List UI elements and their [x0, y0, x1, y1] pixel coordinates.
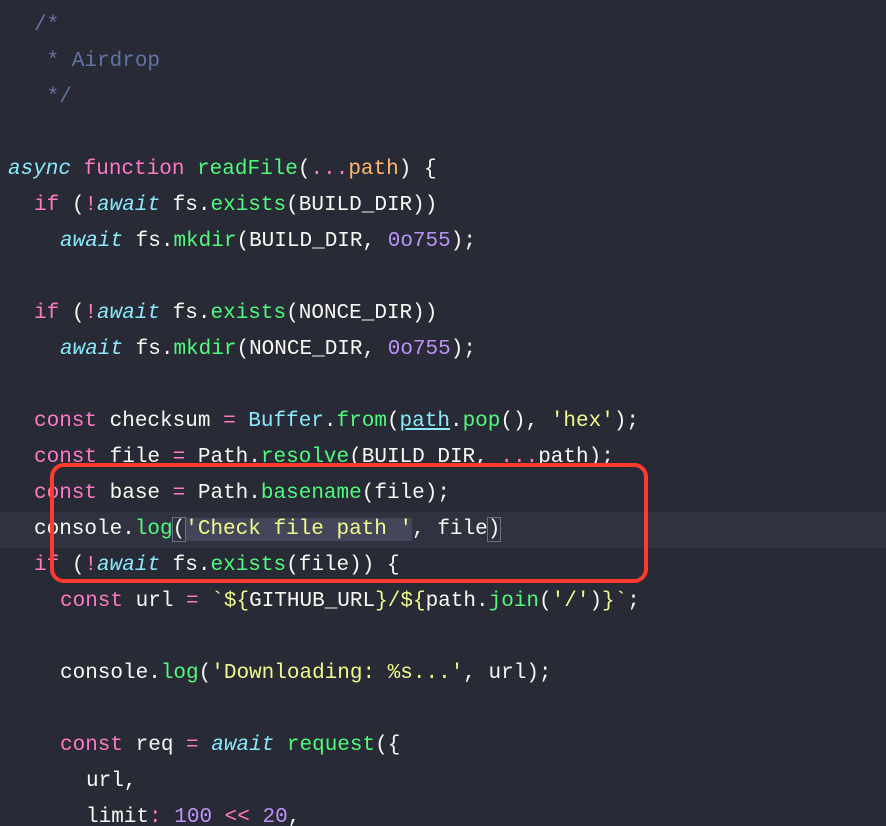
comment-body: * Airdrop [34, 50, 160, 73]
code-line: /* [0, 8, 886, 44]
code-line: console.log('Downloading: %s...', url); [0, 656, 886, 692]
param-path: path [348, 158, 398, 181]
comment-close: */ [34, 86, 72, 109]
code-line: * Airdrop [0, 44, 886, 80]
comment-open: /* [34, 14, 59, 37]
code-line: */ [0, 80, 886, 116]
kw-function: function [84, 158, 185, 181]
blank-line [0, 260, 886, 296]
code-line: if (!await fs.exists(file)) { [0, 548, 886, 584]
code-line: const checksum = Buffer.from(path.pop(),… [0, 404, 886, 440]
code-line: const req = await request({ [0, 728, 886, 764]
code-line-current: console.log('Check file path ', file) [0, 512, 886, 548]
blank-line [0, 620, 886, 656]
blank-line [0, 116, 886, 152]
selected-string: 'Check file path ' [185, 518, 412, 541]
code-line: const base = Path.basename(file); [0, 476, 886, 512]
code-line: await fs.mkdir(NONCE_DIR, 0o755); [0, 332, 886, 368]
kw-async: async [8, 158, 71, 181]
code-line: const url = `${GITHUB_URL}/${path.join('… [0, 584, 886, 620]
code-line: async function readFile(...path) { [0, 152, 886, 188]
code-line: await fs.mkdir(BUILD_DIR, 0o755); [0, 224, 886, 260]
path-link[interactable]: path [400, 410, 450, 433]
blank-line [0, 368, 886, 404]
code-line: if (!await fs.exists(NONCE_DIR)) [0, 296, 886, 332]
code-line: limit: 100 << 20, [0, 800, 886, 826]
code-line: const file = Path.resolve(BUILD_DIR, ...… [0, 440, 886, 476]
fn-name: readFile [197, 158, 298, 181]
code-editor[interactable]: /* * Airdrop */ async function readFile(… [0, 0, 886, 826]
blank-line [0, 692, 886, 728]
code-line: if (!await fs.exists(BUILD_DIR)) [0, 188, 886, 224]
code-line: url, [0, 764, 886, 800]
